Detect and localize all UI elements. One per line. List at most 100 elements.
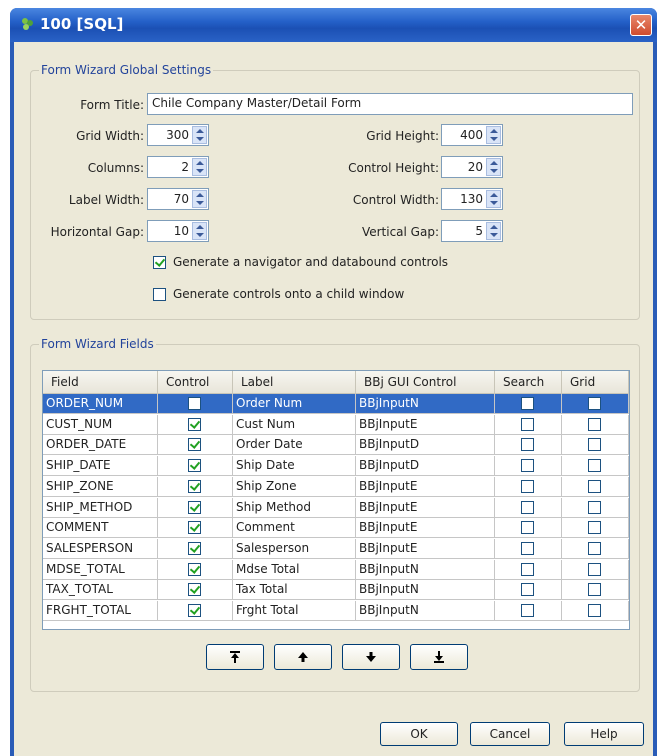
table-row[interactable]: SALESPERSON Salesperson BBjInputE: [43, 538, 629, 559]
spinner-arrows-icon[interactable]: [192, 158, 207, 176]
move-down-button[interactable]: [342, 644, 400, 670]
control-checkbox[interactable]: [188, 521, 201, 535]
table-row[interactable]: FRGHT_TOTAL Frght Total BBjInputN: [43, 601, 629, 621]
cell-field[interactable]: FRGHT_TOTAL: [43, 601, 158, 621]
cell-field[interactable]: SHIP_ZONE: [43, 476, 158, 497]
cell-label[interactable]: Cust Num: [233, 414, 356, 435]
table-row[interactable]: SHIP_METHOD Ship Method BBjInputE: [43, 497, 629, 518]
grid-checkbox[interactable]: [588, 583, 601, 597]
move-bottom-button[interactable]: [410, 644, 468, 670]
cell-label[interactable]: Salesperson: [233, 538, 356, 559]
grid-checkbox[interactable]: [588, 562, 601, 576]
table-row[interactable]: COMMENT Comment BBjInputE: [43, 518, 629, 539]
search-checkbox[interactable]: [521, 562, 534, 576]
cell-gui-control[interactable]: BBjInputN: [356, 580, 495, 601]
spinner-arrows-icon[interactable]: [486, 158, 501, 176]
cell-gui-control[interactable]: BBjInputN: [356, 601, 495, 621]
spinner-arrows-icon[interactable]: [192, 222, 207, 240]
table-row[interactable]: TAX_TOTAL Tax Total BBjInputN: [43, 580, 629, 601]
columns-spinner[interactable]: 2: [147, 156, 209, 178]
cell-gui-control[interactable]: BBjInputN: [356, 559, 495, 580]
cell-field[interactable]: SHIP_METHOD: [43, 497, 158, 518]
grid-height-spinner[interactable]: 400: [441, 124, 503, 146]
cell-gui-control[interactable]: BBjInputE: [356, 414, 495, 435]
form-title-input[interactable]: Chile Company Master/Detail Form: [147, 93, 633, 115]
control-height-spinner[interactable]: 20: [441, 156, 503, 178]
cell-label[interactable]: Order Date: [233, 435, 356, 456]
search-checkbox[interactable]: [521, 417, 534, 431]
grid-checkbox[interactable]: [588, 541, 601, 555]
cell-label[interactable]: Comment: [233, 518, 356, 539]
search-checkbox[interactable]: [521, 583, 534, 597]
grid-checkbox[interactable]: [588, 397, 601, 410]
table-row[interactable]: SHIP_DATE Ship Date BBjInputD: [43, 456, 629, 477]
help-button[interactable]: Help: [564, 722, 644, 746]
spinner-arrows-icon[interactable]: [192, 190, 207, 208]
table-row[interactable]: SHIP_ZONE Ship Zone BBjInputE: [43, 476, 629, 497]
cell-label[interactable]: Tax Total: [233, 580, 356, 601]
column-header-label[interactable]: Label: [233, 371, 356, 393]
title-bar[interactable]: 100 [SQL] ✕: [10, 8, 657, 42]
spinner-arrows-icon[interactable]: [486, 222, 501, 240]
cell-gui-control[interactable]: BBjInputE: [356, 518, 495, 539]
cell-label[interactable]: Order Num: [233, 394, 356, 414]
cancel-button[interactable]: Cancel: [470, 722, 550, 746]
search-checkbox[interactable]: [521, 438, 534, 452]
cell-label[interactable]: Frght Total: [233, 601, 356, 621]
cell-field[interactable]: ORDER_NUM: [43, 394, 158, 414]
cell-field[interactable]: ORDER_DATE: [43, 435, 158, 456]
cell-field[interactable]: SHIP_DATE: [43, 456, 158, 477]
table-row[interactable]: ORDER_NUM Order Num BBjInputN: [43, 394, 629, 414]
control-width-spinner[interactable]: 130: [441, 188, 503, 210]
fields-table[interactable]: Field Control Label BBj GUI Control Sear…: [42, 370, 630, 630]
table-row[interactable]: ORDER_DATE Order Date BBjInputD: [43, 435, 629, 456]
column-header-field[interactable]: Field: [43, 371, 158, 393]
cell-gui-control[interactable]: BBjInputD: [356, 456, 495, 477]
table-row[interactable]: CUST_NUM Cust Num BBjInputE: [43, 414, 629, 435]
cell-field[interactable]: TAX_TOTAL: [43, 580, 158, 601]
vertical-gap-spinner[interactable]: 5: [441, 220, 503, 242]
control-checkbox[interactable]: [188, 438, 201, 452]
control-checkbox[interactable]: [188, 604, 201, 617]
cell-label[interactable]: Ship Date: [233, 456, 356, 477]
column-header-gui-control[interactable]: BBj GUI Control: [356, 371, 495, 393]
search-checkbox[interactable]: [521, 604, 534, 617]
move-top-button[interactable]: [206, 644, 264, 670]
move-up-button[interactable]: [274, 644, 332, 670]
grid-checkbox[interactable]: [588, 479, 601, 493]
control-checkbox[interactable]: [188, 459, 201, 473]
cell-label[interactable]: Mdse Total: [233, 559, 356, 580]
control-checkbox[interactable]: [188, 541, 201, 555]
control-checkbox[interactable]: [188, 500, 201, 514]
search-checkbox[interactable]: [521, 541, 534, 555]
grid-checkbox[interactable]: [588, 459, 601, 473]
gen-navigator-checkbox[interactable]: [153, 256, 166, 269]
grid-checkbox[interactable]: [588, 521, 601, 535]
control-checkbox[interactable]: [188, 417, 201, 431]
cell-field[interactable]: MDSE_TOTAL: [43, 559, 158, 580]
label-width-spinner[interactable]: 70: [147, 188, 209, 210]
grid-checkbox[interactable]: [588, 417, 601, 431]
gen-child-window-checkbox[interactable]: [153, 288, 166, 301]
control-checkbox[interactable]: [188, 397, 201, 410]
cell-gui-control[interactable]: BBjInputE: [356, 538, 495, 559]
cell-label[interactable]: Ship Zone: [233, 476, 356, 497]
cell-gui-control[interactable]: BBjInputE: [356, 497, 495, 518]
spinner-arrows-icon[interactable]: [192, 126, 207, 144]
cell-field[interactable]: SALESPERSON: [43, 538, 158, 559]
grid-checkbox[interactable]: [588, 500, 601, 514]
control-checkbox[interactable]: [188, 583, 201, 597]
spinner-arrows-icon[interactable]: [486, 190, 501, 208]
search-checkbox[interactable]: [521, 479, 534, 493]
cell-gui-control[interactable]: BBjInputE: [356, 476, 495, 497]
control-checkbox[interactable]: [188, 562, 201, 576]
close-button[interactable]: ✕: [630, 14, 652, 36]
grid-checkbox[interactable]: [588, 438, 601, 452]
grid-checkbox[interactable]: [588, 604, 601, 617]
search-checkbox[interactable]: [521, 521, 534, 535]
gen-child-window-label[interactable]: Generate controls onto a child window: [173, 287, 404, 301]
control-checkbox[interactable]: [188, 479, 201, 493]
cell-field[interactable]: COMMENT: [43, 518, 158, 539]
horizontal-gap-spinner[interactable]: 10: [147, 220, 209, 242]
column-header-control[interactable]: Control: [158, 371, 233, 393]
